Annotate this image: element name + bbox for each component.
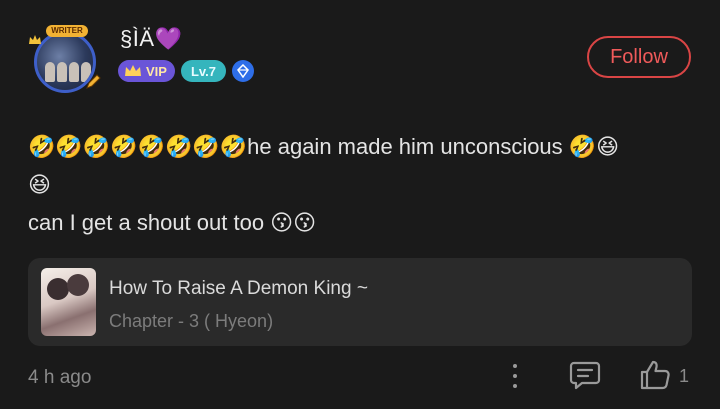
comment-line: 😆 [28, 172, 51, 197]
cover-figure [47, 278, 69, 300]
writer-frame-badge: WRITER [46, 25, 88, 37]
crown-icon [125, 65, 141, 76]
thumbs-up-icon[interactable] [638, 358, 672, 392]
comment-line: can I get a shout out too 😗😗 [28, 210, 317, 235]
purple-heart-icon: 💜 [154, 26, 183, 51]
follow-button[interactable]: Follow [587, 36, 691, 78]
book-chapter: Chapter - 3 ( Hyeon) [109, 311, 274, 331]
comment-emojis: 🤣🤣🤣🤣🤣🤣🤣🤣 [28, 134, 248, 159]
vip-badge: VIP [118, 60, 175, 82]
gem-icon [232, 60, 255, 82]
comment-icon[interactable] [568, 358, 602, 392]
comment-line: 🤣🤣🤣🤣🤣🤣🤣🤣he again made him unconscious 🤣😆 [28, 128, 693, 166]
level-badge: Lv.7 [180, 60, 227, 82]
cover-figure [67, 274, 89, 296]
book-link-card[interactable]: How To Raise A Demon King ~ Chapter - 3 … [28, 258, 692, 346]
crown-icon [29, 35, 41, 44]
like-count: 1 [679, 366, 690, 386]
more-vertical-icon[interactable] [506, 362, 524, 390]
pen-icon [86, 74, 101, 89]
book-title: How To Raise A Demon King ~ [109, 278, 368, 299]
dot [513, 364, 517, 368]
avatar-figure [45, 62, 55, 82]
timestamp: 4 h ago [28, 367, 92, 388]
vip-label: VIP [146, 63, 167, 79]
dot [513, 374, 517, 378]
book-cover [41, 268, 96, 336]
user-badges: VIP Lv.7 [118, 60, 255, 82]
avatar-frame[interactable]: WRITER [28, 25, 104, 97]
comment-text: 🤣🤣🤣🤣🤣🤣🤣🤣he again made him unconscious 🤣😆… [28, 128, 693, 242]
username[interactable]: §ÌÄ💜 [120, 26, 182, 52]
username-text: §ÌÄ [120, 26, 155, 51]
comment-line-text: he again made him unconscious 🤣😆 [247, 134, 620, 159]
avatar-figure [57, 62, 67, 82]
dot [513, 384, 517, 388]
avatar-figure [69, 62, 79, 82]
